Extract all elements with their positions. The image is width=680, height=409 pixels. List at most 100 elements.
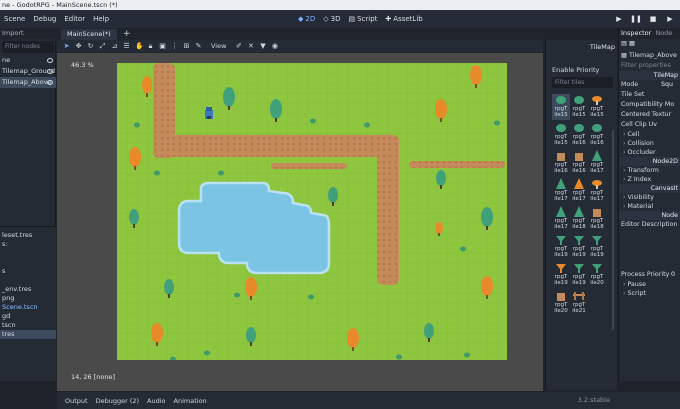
file-item[interactable]: Scene.tscn [0,303,56,312]
inspector-property-row[interactable]: Mode Squ [619,80,680,90]
grid-icon[interactable]: ⊞ [183,42,190,50]
tile-item[interactable]: rpgT ile18 [570,206,588,232]
tree-item-tilemap-ground[interactable]: Tilemap_Ground [0,66,56,77]
stop-icon[interactable]: ■ [649,15,657,23]
add-tab-icon[interactable]: + [123,28,131,40]
tile-item[interactable]: rpgT ile16 [588,122,606,148]
tile-item[interactable]: rpgT ile19 [588,234,606,260]
scene-tab-mainscene[interactable]: MainScene(*) [61,29,117,40]
inspector-section[interactable]: Material [619,202,680,211]
property-value[interactable]: Squ [661,80,673,90]
tilemap-canvas[interactable] [117,63,507,360]
tile-item[interactable]: rpgT ile21 [570,290,588,316]
zoom-level[interactable]: 46.3 % [71,61,94,69]
tile-item[interactable]: rpgT ile17 [552,178,570,204]
move-tool-icon[interactable]: ✥ [75,42,82,50]
picker-tool-icon[interactable]: ◉ [271,42,278,50]
lock-icon[interactable]: 🔒︎ [147,42,154,50]
inspector-property-row[interactable]: Centered Textur [619,110,680,120]
ruler-tool-icon[interactable]: ⊿ [111,42,118,50]
tree-item-tilemap-above[interactable]: Tilemap_Above [0,77,56,88]
inspector-property-row[interactable]: Tile Set [619,90,680,100]
group-icon[interactable]: ▣ [159,42,166,50]
menu-scene[interactable]: Scene [0,15,29,23]
tree-item-root[interactable]: ne [0,55,56,66]
file-item[interactable] [0,258,56,267]
file-item[interactable]: tres [0,330,56,339]
editor-description[interactable]: Editor Description [619,220,680,230]
inspector-section[interactable]: Transform [619,166,680,175]
file-item[interactable]: png [0,294,56,303]
play-scene-icon[interactable]: ▶ [666,15,674,23]
tile-item[interactable]: rpgT ile15 [552,94,570,120]
bone-icon[interactable]: ✎ [195,42,202,50]
select-tool-icon[interactable]: ➤ [63,42,70,50]
tile-item[interactable]: rpgT ile16 [570,122,588,148]
play-icon[interactable]: ▶ [615,15,623,23]
inspector-node-label[interactable]: ▦ Tilemap_Above [619,51,680,61]
tab-inspector[interactable]: Inspector [621,28,651,39]
tile-item[interactable]: rpgT ile19 [552,262,570,288]
scene-viewport[interactable]: 46.3 % 14, 26 [none] [57,53,543,391]
workspace-assetlib[interactable]: ✚ AssetLib [385,15,422,23]
tile-item[interactable]: rpgT ile16 [570,150,588,176]
visibility-eye-icon[interactable] [47,80,53,85]
save-icon[interactable]: ▤ [621,40,627,47]
workspace-script[interactable]: ▤ Script [348,15,377,23]
inspector-section[interactable]: Cell [619,130,680,139]
tile-item[interactable]: rpgT ile16 [552,150,570,176]
visibility-eye-icon[interactable] [47,69,53,74]
tile-item[interactable]: rpgT ile20 [552,290,570,316]
tab-animation[interactable]: Animation [174,397,207,405]
tile-item[interactable]: rpgT ile19 [570,234,588,260]
file-item[interactable]: tscn [0,321,56,330]
tile-item[interactable]: rpgT ile17 [588,150,606,176]
inspector-section[interactable]: Occluder [619,148,680,157]
pause-icon[interactable]: ❚❚ [630,15,642,23]
tab-output[interactable]: Output [65,397,88,405]
tab-node[interactable]: Node [655,28,672,39]
filter-tiles-input[interactable]: Filter tiles [552,77,613,88]
tile-item[interactable]: rpgT ile20 [588,262,606,288]
inspector-section[interactable]: Collision [619,139,680,148]
list-tool-icon[interactable]: ☰ [123,42,130,50]
visibility-eye-icon[interactable] [47,58,53,63]
view-menu[interactable]: View [211,42,226,50]
scene-dock-tab[interactable]: Import [0,28,56,39]
load-icon[interactable]: ▦ [629,40,635,47]
inspector-section[interactable]: Visibility [619,193,680,202]
fill-tool-icon[interactable]: ▼ [259,42,266,50]
file-item[interactable] [0,276,56,285]
tab-debugger[interactable]: Debugger (2) [96,397,139,405]
tab-audio[interactable]: Audio [147,397,165,405]
tile-item[interactable]: rpgT ile15 [552,122,570,148]
inspector-section[interactable]: Z Index [619,175,680,184]
inspector-property-row[interactable]: Cell Clip Uv [619,120,680,130]
inspector-section[interactable]: Script [619,289,680,298]
erase-tool-icon[interactable]: ✕ [247,42,254,50]
file-item[interactable]: s: [0,240,56,249]
process-priority-row[interactable]: Process Priority 0 [619,270,680,280]
menu-editor[interactable]: Editor [60,15,89,23]
file-item[interactable]: s [0,267,56,276]
tile-item[interactable]: rpgT ile19 [570,262,588,288]
tile-item[interactable]: rpgT ile18 [588,206,606,232]
tile-item[interactable]: rpgT ile15 [570,94,588,120]
menu-help[interactable]: Help [89,15,113,23]
tile-item[interactable]: rpgT ile17 [552,206,570,232]
inspector-property-row[interactable]: Compatibility Mo [619,100,680,110]
scale-tool-icon[interactable]: ⤢ [99,42,106,50]
rotate-tool-icon[interactable]: ↻ [87,42,94,50]
enable-priority-checkbox[interactable]: Enable Priority [552,66,599,74]
workspace-2d[interactable]: ◆ 2D [298,15,315,23]
tile-item[interactable]: rpgT ile17 [588,178,606,204]
file-item[interactable] [0,249,56,258]
paint-tool-icon[interactable]: ✐ [235,42,242,50]
filter-properties-input[interactable]: Filter properties [619,61,680,71]
menu-debug[interactable]: Debug [29,15,60,23]
file-item[interactable]: gd [0,312,56,321]
workspace-3d[interactable]: ◇ 3D [323,15,340,23]
snap-icon[interactable]: ⋮ [171,42,178,50]
pan-tool-icon[interactable]: ✋ [135,42,144,50]
palette-scrollbar[interactable] [612,130,614,330]
